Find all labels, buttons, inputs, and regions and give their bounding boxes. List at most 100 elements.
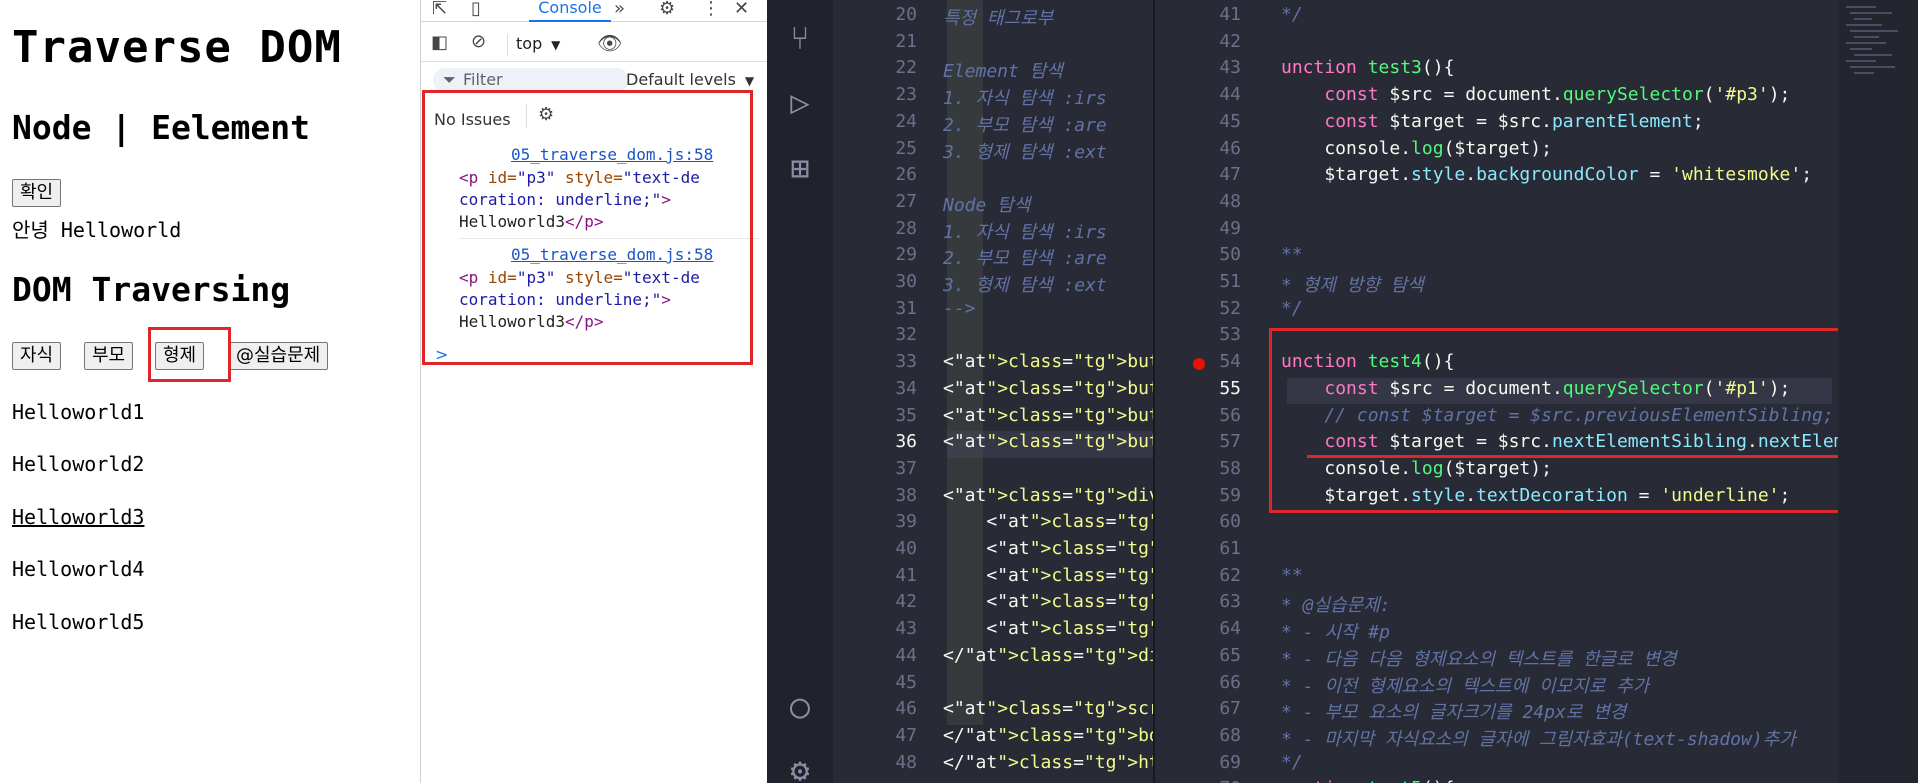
log-entry[interactable]: <p id="p3" style="text-de coration: unde… <box>459 167 759 233</box>
code-line[interactable]: Element 탐색 <box>943 57 1063 83</box>
line-number: 32 <box>895 324 917 346</box>
code-line[interactable]: 2. 부모 탐색 :are <box>943 111 1107 137</box>
code-line[interactable]: $target.style.backgroundColor = 'whitesm… <box>1281 164 1812 185</box>
parent-button[interactable]: 부모 <box>84 342 134 370</box>
tab-console[interactable]: Console <box>529 0 611 22</box>
filter-input[interactable]: ⏷ Filter <box>433 68 629 92</box>
line-number: 26 <box>895 164 917 186</box>
code-line[interactable]: 3. 형제 탐색 :ext <box>943 271 1107 297</box>
code-line[interactable]: Node 탐색 <box>943 191 1030 217</box>
code-line[interactable]: */ <box>1281 4 1303 25</box>
code-line[interactable]: console.log($target); <box>1281 138 1552 159</box>
code-line[interactable]: 1. 자식 탐색 :irs <box>943 84 1107 110</box>
code-line[interactable]: */ <box>1281 298 1303 319</box>
code-line[interactable]: * @실습문제: <box>1281 591 1391 617</box>
sibling-button[interactable]: 형제 <box>155 342 205 370</box>
section-heading-node-element: Node | Eelement <box>12 108 311 147</box>
kebab-menu-icon[interactable]: ⋮ <box>702 0 720 18</box>
code-line[interactable]: unction test3(){ <box>1281 57 1454 78</box>
line-number: 43 <box>1219 57 1241 79</box>
line-number: 67 <box>1219 698 1241 720</box>
paragraph-p4: Helloworld4 <box>12 557 145 581</box>
close-icon[interactable]: ✕ <box>734 0 749 18</box>
code-line[interactable]: 특정 태그로부 <box>943 4 1053 30</box>
code-line[interactable]: const $src = document.querySelector('#p1… <box>1281 378 1790 399</box>
line-number: 51 <box>1219 271 1241 292</box>
toolbar-divider <box>507 34 508 56</box>
line-number: 70 <box>1201 778 1241 783</box>
line-number: 33 <box>895 351 917 373</box>
line-number: 20 <box>895 4 917 25</box>
account-icon[interactable]: ◯ <box>782 688 818 724</box>
child-button[interactable]: 자식 <box>12 342 62 370</box>
code-line[interactable]: * - 마지막 자식요소의 글자에 그림자효과(text-shadow)추가 <box>1281 725 1796 751</box>
log-attr-id: id= <box>487 268 517 287</box>
code-line[interactable]: </"at">class="tg">div> <box>943 645 1181 666</box>
log-levels-dropdown[interactable]: Default levels ▼ <box>626 70 754 89</box>
code-line[interactable]: 1. 자식 탐색 :irs <box>943 218 1107 244</box>
code-line[interactable]: 3. 형제 탐색 :ext <box>943 138 1107 164</box>
minimap[interactable] <box>1838 0 1918 783</box>
log-attr-style-value: "text-de <box>622 268 700 287</box>
log-levels-label: Default levels <box>626 70 736 89</box>
console-prompt[interactable]: > <box>435 345 448 364</box>
line-number: 31 <box>895 297 917 319</box>
run-debug-icon[interactable]: ▷ <box>782 84 818 120</box>
editor-html[interactable]: 20 특정 태그로부 21 22 Element 탐색 23 1. 자식 탐색 :irs 24… <box>833 0 1344 783</box>
settings-gear-icon[interactable]: ⚙ <box>659 0 675 18</box>
code-line[interactable]: * - 다음 다음 형제요소의 텍스트를 한글로 변경 <box>1281 645 1677 671</box>
line-number: 68 <box>1219 724 1241 746</box>
code-line[interactable]: ** <box>1281 244 1303 265</box>
code-line[interactable]: 2. 부모 탐색 :are <box>943 244 1107 270</box>
line-number: 54 <box>1219 351 1241 373</box>
log-entry[interactable]: <p id="p3" style="text-de coration: unde… <box>459 267 759 333</box>
code-line[interactable]: unction test5(){ <box>1281 778 1454 783</box>
log-text-content: Helloworld3 <box>459 312 565 331</box>
manage-gear-icon[interactable]: ⚙ <box>782 752 818 783</box>
device-toolbar-icon[interactable]: ▯ <box>471 0 481 18</box>
console-settings-gear-icon[interactable]: ⚙ <box>538 106 554 124</box>
code-line[interactable]: const $src = document.querySelector('#p3… <box>1281 84 1790 105</box>
live-expression-eye-icon[interactable]: 👁 <box>597 33 622 53</box>
more-tabs-icon[interactable]: » <box>614 0 625 18</box>
code-line[interactable]: // const $target = $src.previousElementS… <box>1281 405 1833 426</box>
code-line[interactable]: $target.style.textDecoration = 'underlin… <box>1281 485 1790 506</box>
clear-console-icon[interactable]: ⊘ <box>471 33 486 51</box>
code-line[interactable]: const $target = $src.parentElement; <box>1281 111 1703 132</box>
code-line[interactable]: */ <box>1281 752 1303 773</box>
code-line[interactable]: --> <box>943 298 976 319</box>
source-control-icon[interactable]: ⑂ <box>782 20 818 56</box>
sidebar-toggle-icon[interactable]: ◧ <box>431 34 448 52</box>
log-attr-id-value: "p3" <box>516 168 556 187</box>
log-style-continued: coration: underline;" <box>459 190 662 209</box>
activity-bar: ⑂ ▷ ⊞ ◯ ⚙ <box>767 0 833 783</box>
code-line[interactable]: * - 이전 형제요소의 텍스트에 이모지로 추가 <box>1281 672 1649 698</box>
code-line[interactable]: const $target = $src.nextElementSibling.… <box>1281 431 1898 452</box>
line-number: 46 <box>1219 137 1241 159</box>
paragraph-p1: Helloworld1 <box>12 400 145 424</box>
code-line[interactable]: * - 부모 요소의 글자크기를 24px로 변경 <box>1281 698 1626 724</box>
code-line[interactable]: * 형제 방향 탐색 <box>1281 271 1424 297</box>
line-number: 42 <box>1219 30 1241 52</box>
code-line[interactable]: console.log($target); <box>1281 458 1552 479</box>
hello-world-text: Helloworld <box>60 218 182 242</box>
log-attr-style: style= <box>564 268 623 287</box>
practice-button[interactable]: @실습문제 <box>228 342 329 370</box>
line-number: 57 <box>1219 431 1241 453</box>
log-source-link[interactable]: 05_traverse_dom.js:58 <box>511 245 713 264</box>
editor-js[interactable]: 41 */ 42 43 unction test3(){44 const $src = … <box>1153 0 1918 783</box>
log-source-link[interactable]: 05_traverse_dom.js:58 <box>511 145 713 164</box>
confirm-button[interactable]: 확인 <box>12 179 62 207</box>
code-line[interactable]: ** <box>1281 565 1303 586</box>
inspect-element-icon[interactable]: ⇱ <box>432 0 447 18</box>
code-line[interactable]: unction test4(){ <box>1281 351 1454 372</box>
context-selector[interactable]: top ▼ <box>516 34 560 53</box>
code-line[interactable]: * - 시작 #p <box>1281 618 1390 644</box>
issues-counter[interactable]: No Issues <box>434 110 511 129</box>
console-toolbar: ◧ ⊘ <box>421 26 768 62</box>
line-number: 23 <box>895 84 917 106</box>
log-tag-end: </p> <box>564 312 604 331</box>
extensions-icon[interactable]: ⊞ <box>782 150 818 186</box>
line-number: 48 <box>895 751 917 773</box>
line-number: 40 <box>895 538 917 559</box>
